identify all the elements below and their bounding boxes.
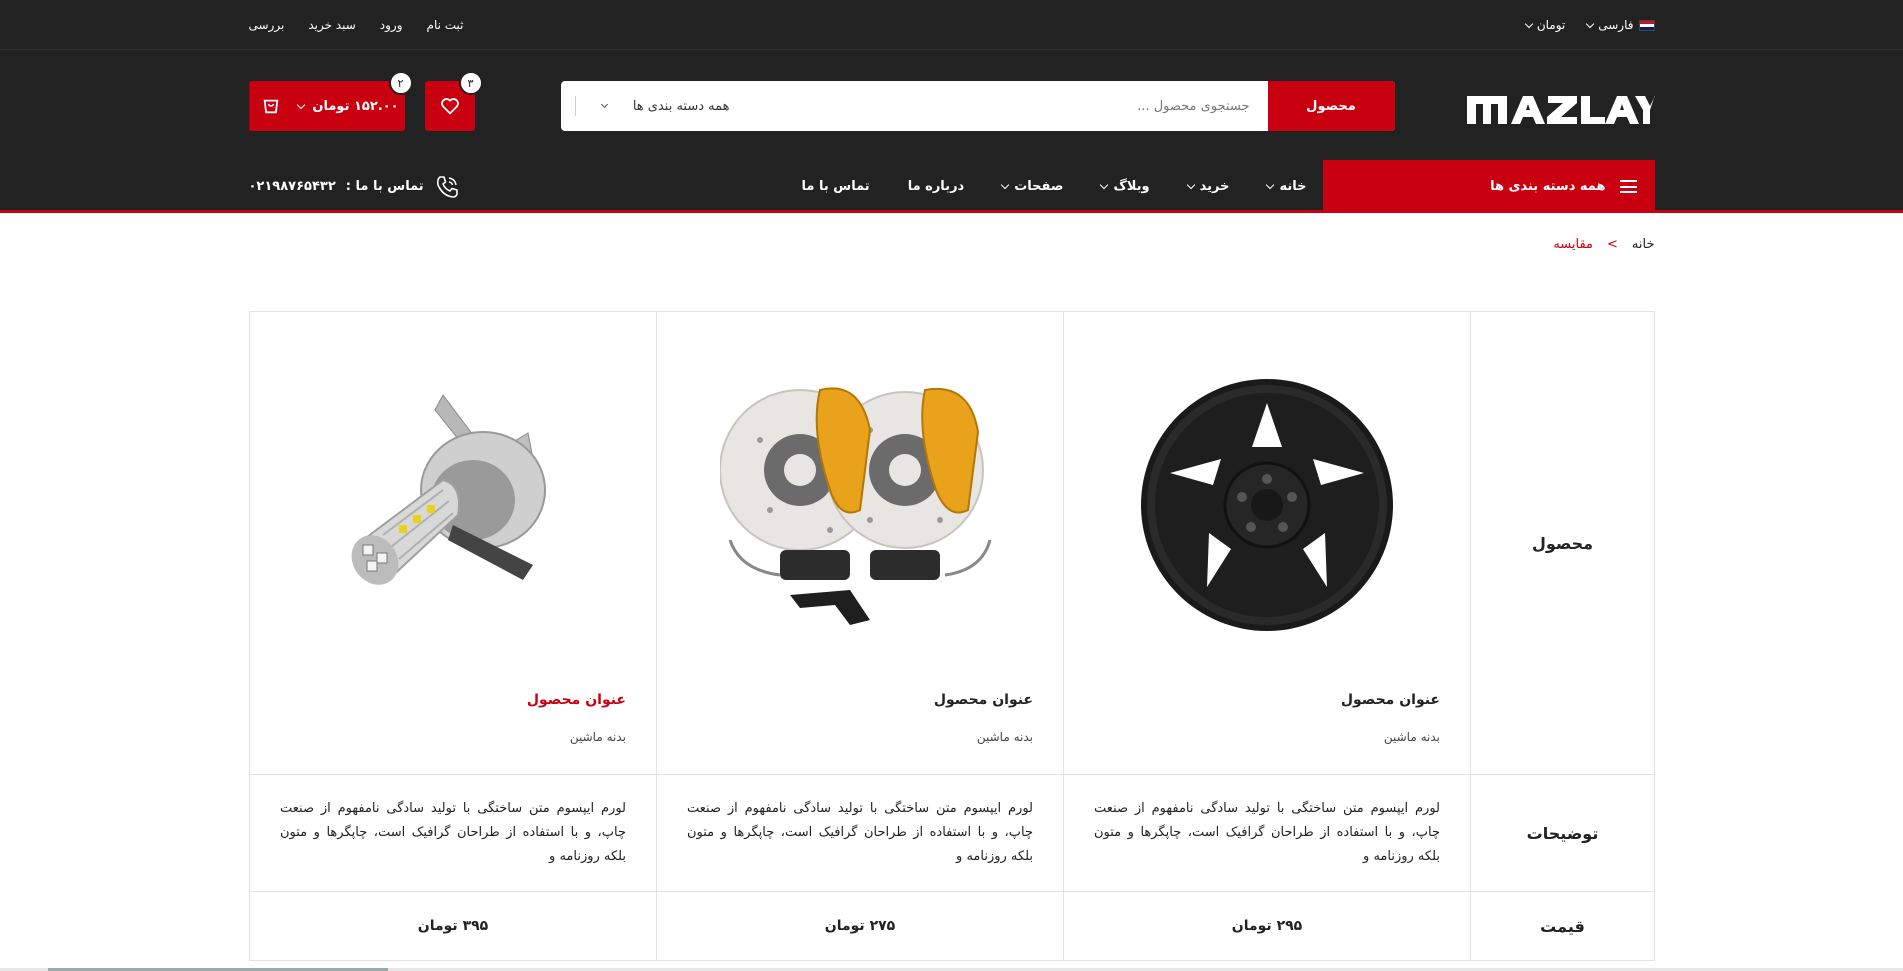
product-category[interactable]: بدنه ماشین — [280, 730, 626, 744]
nav-item-about[interactable]: درباره ما — [908, 179, 965, 194]
login-link[interactable]: ورود — [380, 18, 403, 32]
nav-item-label: وبلاگ — [1113, 179, 1150, 194]
shopping-bag-icon — [263, 99, 279, 114]
chevron-down-icon — [1100, 180, 1109, 190]
chevron-down-icon — [1000, 180, 1010, 190]
main-nav: همه دسته بندی ها خانه خرید وبلاگ صفحات د… — [0, 160, 1903, 213]
product-price: ۲۷۵ تومان — [824, 918, 896, 934]
cart-icon-area — [248, 81, 293, 131]
all-categories-label: همه دسته بندی ها — [1490, 179, 1606, 194]
currency-label: تومان — [1536, 18, 1566, 32]
cart-button[interactable]: ۱۵۲.۰۰ تومان ۲ — [248, 71, 413, 131]
nav-item-blog[interactable]: وبلاگ — [1100, 179, 1150, 194]
breadcrumb-separator: > — [1607, 237, 1618, 252]
cart-amount: ۱۵۲.۰۰ تومان — [312, 98, 399, 114]
menu-icon — [1619, 180, 1637, 193]
heart-icon — [440, 98, 459, 115]
product-row: محصول عنوان محصول بدنه ماشین عنوان محصول… — [249, 311, 1655, 775]
site-logo[interactable] — [1465, 88, 1655, 126]
product-price: ۳۹۵ تومان — [417, 918, 489, 934]
description-row: توضیحات لورم ایپسوم متن ساختگی با تولید … — [249, 774, 1655, 892]
wishlist-button[interactable]: ۳ — [424, 71, 483, 131]
register-link[interactable]: ثبت نام — [427, 18, 464, 32]
contact-phone[interactable]: ۰۲۱۹۸۷۶۵۴۳۲ — [249, 179, 336, 194]
all-categories-button[interactable]: همه دسته بندی ها — [1322, 160, 1655, 213]
row-label-price: قیمت — [1470, 891, 1655, 961]
nav-menu: خانه خرید وبلاگ صفحات درباره ما تماس با … — [802, 160, 1307, 213]
nav-item-label: خانه — [1279, 179, 1307, 194]
chevron-down-icon — [1586, 19, 1595, 28]
phone-icon — [436, 175, 458, 198]
product-cell: عنوان محصول بدنه ماشین — [1063, 311, 1471, 775]
search-bar: محصول همه دسته بندی ها — [560, 81, 1395, 131]
nav-item-pages[interactable]: صفحات — [1000, 179, 1064, 194]
uk-flag-icon — [1638, 19, 1655, 31]
product-price: ۲۹۵ تومان — [1231, 918, 1303, 934]
contact-label: تماس با ما : — [345, 179, 424, 194]
review-link[interactable]: بررسی — [249, 18, 285, 32]
product-category[interactable]: بدنه ماشین — [1094, 730, 1440, 744]
nav-item-label: خرید — [1199, 179, 1230, 194]
chevron-down-icon — [1266, 180, 1275, 190]
chevron-down-icon — [297, 100, 306, 109]
product-title[interactable]: عنوان محصول — [280, 692, 626, 708]
header: محصول همه دسته بندی ها ۳ ۱۵۲.۰۰ تومان — [0, 50, 1903, 160]
product-title[interactable]: عنوان محصول — [687, 692, 1033, 708]
currency-selector[interactable]: تومان — [1524, 18, 1566, 32]
compare-table-wrapper: محصول عنوان محصول بدنه ماشین عنوان محصول… — [249, 311, 1655, 961]
product-description: لورم ایپسوم متن ساختگی با تولید سادگی نا… — [1094, 801, 1440, 864]
headlight-bulb-image[interactable] — [280, 340, 626, 670]
search-input[interactable] — [745, 81, 1268, 131]
divider — [574, 96, 576, 116]
cart-link[interactable]: سبد خرید — [308, 18, 355, 32]
language-label: فارسی — [1598, 18, 1634, 32]
breadcrumb: خانه > مقایسه — [0, 213, 1903, 277]
brake-calipers-image[interactable] — [687, 340, 1033, 670]
product-category[interactable]: بدنه ماشین — [687, 730, 1033, 744]
product-description: لورم ایپسوم متن ساختگی با تولید سادگی نا… — [280, 801, 626, 864]
chevron-down-icon — [1186, 180, 1195, 190]
nav-item-label: تماس با ما — [801, 179, 870, 194]
product-cell: عنوان محصول بدنه ماشین — [656, 311, 1064, 775]
wishlist-count-badge: ۳ — [458, 71, 483, 95]
cart-count-badge: ۲ — [388, 71, 413, 95]
product-title[interactable]: عنوان محصول — [1094, 692, 1440, 708]
compare-table: محصول عنوان محصول بدنه ماشین عنوان محصول… — [249, 311, 1655, 961]
row-label-description: توضیحات — [1470, 774, 1655, 892]
search-button[interactable]: محصول — [1267, 81, 1395, 131]
nav-item-label: صفحات — [1014, 179, 1064, 194]
nav-item-label: درباره ما — [907, 179, 965, 194]
breadcrumb-home[interactable]: خانه — [1632, 237, 1655, 252]
product-description: لورم ایپسوم متن ساختگی با تولید سادگی نا… — [687, 801, 1033, 864]
cart-amount-area: ۱۵۲.۰۰ تومان — [293, 99, 405, 114]
price-row: قیمت ۲۹۵ تومان ۲۷۵ تومان ۳۹۵ تومان — [249, 891, 1655, 961]
search-category-select[interactable]: همه دسته بندی ها — [561, 81, 746, 131]
product-cell: عنوان محصول بدنه ماشین — [249, 311, 657, 775]
row-label-product: محصول — [1470, 311, 1655, 775]
breadcrumb-current: مقایسه — [1553, 237, 1593, 252]
language-selector[interactable]: فارسی — [1586, 18, 1655, 32]
nav-item-contact[interactable]: تماس با ما — [802, 179, 870, 194]
wheel-hubcap-image[interactable] — [1094, 340, 1440, 670]
chevron-down-icon — [1524, 19, 1534, 28]
nav-item-shop[interactable]: خرید — [1186, 179, 1230, 194]
top-bar: فارسی تومان بررسی سبد خرید ورود ثبت نام — [0, 0, 1903, 50]
nav-item-home[interactable]: خانه — [1266, 179, 1307, 194]
chevron-down-icon — [600, 100, 608, 109]
contact-info: تماس با ما : ۰۲۱۹۸۷۶۵۴۳۲ — [249, 160, 460, 213]
search-category-label: همه دسته بندی ها — [632, 98, 730, 114]
